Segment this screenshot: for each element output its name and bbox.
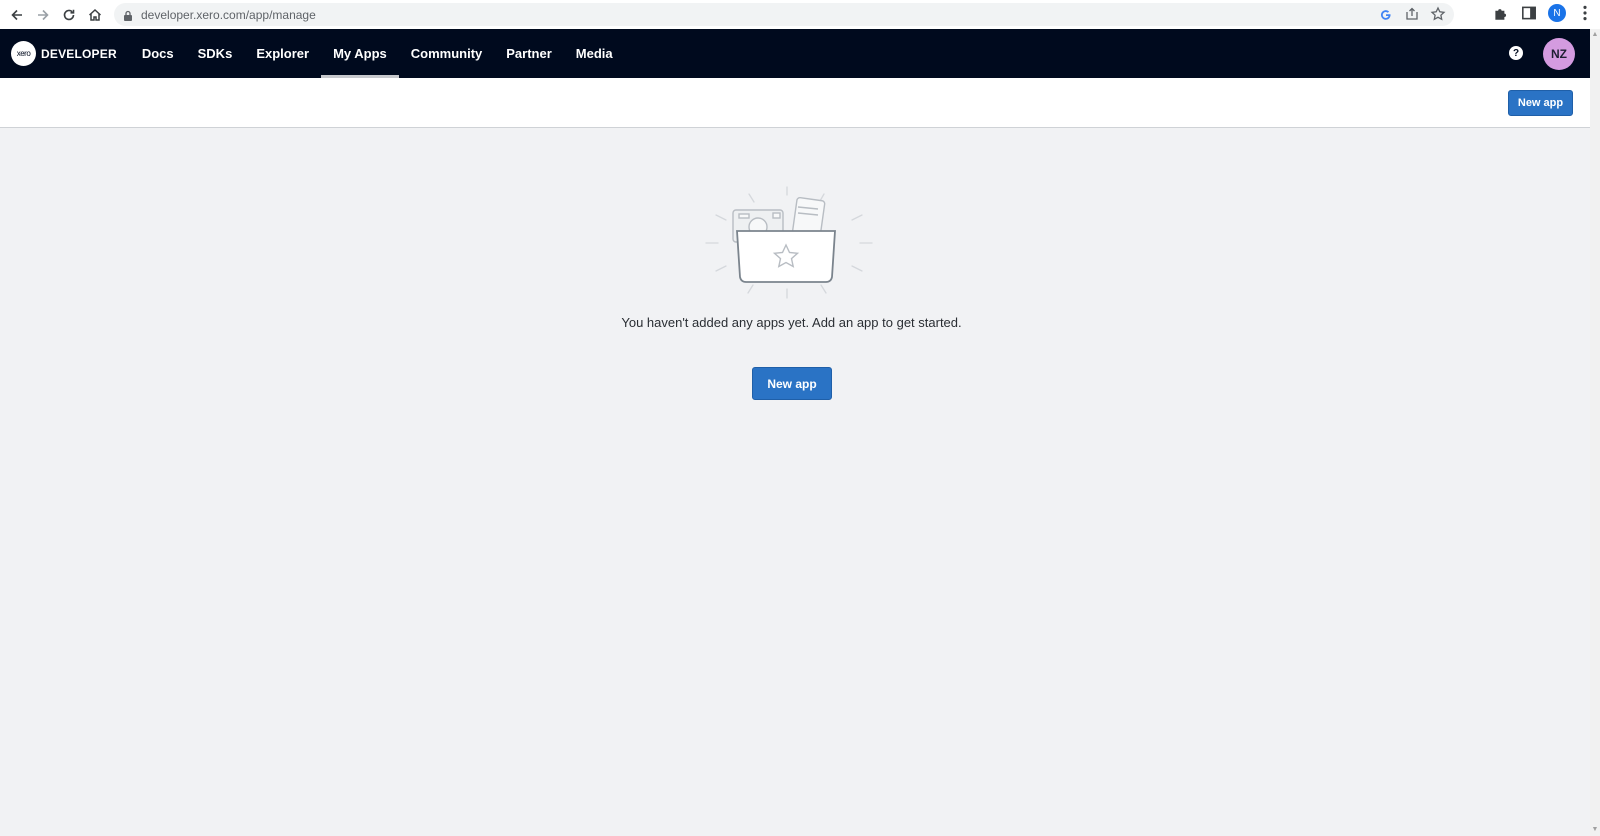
nav-item-partner[interactable]: Partner	[494, 29, 564, 78]
user-avatar[interactable]: NZ	[1543, 38, 1575, 70]
extensions-icon[interactable]	[1492, 4, 1510, 22]
scrollbar[interactable]: ▲ ▼	[1590, 29, 1600, 836]
new-app-button-header[interactable]: New app	[1508, 90, 1573, 116]
xero-logo: xero	[11, 41, 36, 66]
brand-text: DEVELOPER	[41, 46, 117, 61]
lock-icon	[123, 9, 133, 21]
nav-menu: Docs SDKs Explorer My Apps Community Par…	[130, 29, 625, 78]
brand[interactable]: xero DEVELOPER	[11, 41, 117, 66]
menu-kebab-icon[interactable]	[1576, 4, 1594, 22]
nav-item-media[interactable]: Media	[564, 29, 625, 78]
forward-icon[interactable]	[34, 6, 52, 24]
new-app-button[interactable]: New app	[752, 367, 832, 400]
scroll-up-arrow-icon[interactable]: ▲	[1591, 31, 1599, 39]
nav-item-my-apps[interactable]: My Apps	[321, 29, 399, 78]
scroll-down-arrow-icon[interactable]: ▼	[1591, 826, 1599, 834]
back-icon[interactable]	[8, 6, 26, 24]
nav-item-sdks[interactable]: SDKs	[186, 29, 245, 78]
page-toolbar: New app	[0, 78, 1590, 128]
url-text: developer.xero.com/app/manage	[141, 7, 316, 22]
nav-item-docs[interactable]: Docs	[130, 29, 186, 78]
empty-state-message: You haven't added any apps yet. Add an a…	[621, 315, 962, 330]
bookmark-star-icon[interactable]	[1430, 6, 1446, 22]
top-navigation: xero DEVELOPER Docs SDKs Explorer My App…	[0, 29, 1590, 78]
address-bar[interactable]: developer.xero.com/app/manage	[114, 3, 1454, 26]
share-icon[interactable]	[1404, 6, 1420, 22]
google-icon[interactable]	[1378, 6, 1394, 22]
nav-item-explorer[interactable]: Explorer	[244, 29, 321, 78]
side-panel-icon[interactable]	[1520, 4, 1538, 22]
profile-avatar[interactable]: N	[1548, 4, 1566, 22]
home-icon[interactable]	[86, 6, 104, 24]
nav-item-community[interactable]: Community	[399, 29, 495, 78]
reload-icon[interactable]	[60, 6, 78, 24]
main-content: You haven't added any apps yet. Add an a…	[0, 128, 1590, 836]
browser-toolbar: developer.xero.com/app/manage N	[0, 0, 1600, 29]
help-icon[interactable]: ?	[1509, 46, 1523, 60]
empty-folder-illustration-icon	[705, 186, 873, 299]
